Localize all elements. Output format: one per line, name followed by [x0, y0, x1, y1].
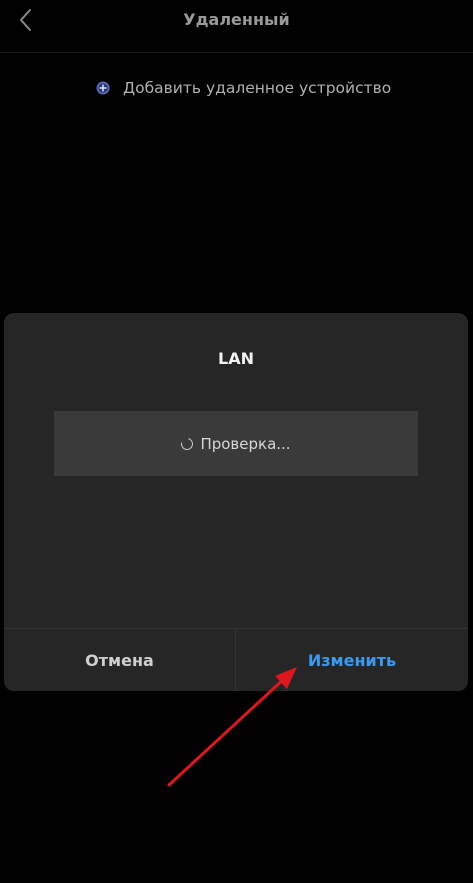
dialog-title: LAN — [218, 349, 254, 368]
add-remote-device-button[interactable]: Добавить удаленное устройство — [96, 77, 391, 99]
cancel-button[interactable]: Отмена — [4, 629, 235, 691]
change-button[interactable]: Изменить — [236, 629, 468, 691]
page-title: Удаленный — [183, 10, 290, 29]
status-box: Проверка... — [54, 411, 418, 476]
status-text: Проверка... — [200, 434, 291, 453]
spinner-icon — [179, 435, 196, 452]
plus-circle-icon — [96, 81, 110, 95]
add-remote-device-label: Добавить удаленное устройство — [123, 79, 392, 97]
top-bar: Удаленный — [0, 0, 473, 53]
lan-dialog: LAN Проверка... Отмена Изменить — [4, 313, 468, 691]
